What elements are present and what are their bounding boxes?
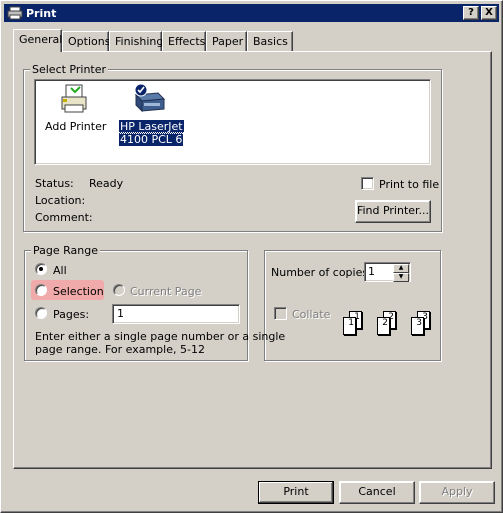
print-to-file-checkbox[interactable] xyxy=(361,177,374,190)
copies-up-button[interactable]: ▲ xyxy=(393,264,409,273)
copies-down-button[interactable]: ▼ xyxy=(393,273,409,282)
select-printer-legend: Select Printer xyxy=(30,63,109,76)
all-radio[interactable] xyxy=(35,263,47,275)
printer-list[interactable]: Add Printer HP LaserJet 4100 PCL 6 xyxy=(34,79,431,165)
printer-icon xyxy=(7,6,23,20)
print-to-file-label[interactable]: Print to file xyxy=(379,178,439,191)
current-page-radio[interactable] xyxy=(113,284,125,296)
find-printer-button[interactable]: Find Printer... xyxy=(355,200,431,223)
tab-paper[interactable]: Paper xyxy=(206,31,247,51)
location-label: Location: xyxy=(35,194,86,207)
page-range-hint-1: Enter either a single page number or a s… xyxy=(35,330,286,343)
tab-general[interactable]: General xyxy=(13,29,62,52)
collate-illustration: 1 1 2 2 3 3 xyxy=(331,311,436,345)
all-label[interactable]: All xyxy=(53,264,67,277)
hp-laserjet-label[interactable]: HP LaserJet 4100 PCL 6 xyxy=(117,119,185,147)
tab-basics[interactable]: Basics xyxy=(247,31,293,51)
close-button[interactable]: X xyxy=(481,6,497,20)
pages-input[interactable]: 1 xyxy=(112,304,240,324)
page-range-hint-2: page range. For example, 5-12 xyxy=(35,343,205,356)
status-label: Status: xyxy=(35,177,74,190)
collate-page: 1 xyxy=(343,317,356,335)
collate-checkbox[interactable] xyxy=(274,307,287,320)
collate-page: 2 xyxy=(377,317,390,335)
pages-radio[interactable] xyxy=(35,307,47,319)
close-icon: X xyxy=(485,7,493,18)
selection-radio[interactable] xyxy=(35,284,47,296)
print-dialog: Print ? X General Options Finishing Effe… xyxy=(0,0,503,513)
cancel-button[interactable]: Cancel xyxy=(339,481,415,504)
page-range-legend: Page Range xyxy=(31,244,100,257)
current-page-label[interactable]: Current Page xyxy=(130,285,201,298)
comment-label: Comment: xyxy=(35,211,93,224)
add-printer-label[interactable]: Add Printer xyxy=(45,120,106,133)
collate-label[interactable]: Collate xyxy=(292,308,330,321)
status-value: Ready xyxy=(89,177,124,190)
printer-icon[interactable] xyxy=(130,83,166,115)
add-printer-icon[interactable] xyxy=(59,83,89,115)
help-button[interactable]: ? xyxy=(463,6,479,20)
selection-label[interactable]: Selection xyxy=(53,285,104,298)
print-button[interactable]: Print xyxy=(258,481,334,504)
pages-label[interactable]: Pages: xyxy=(53,308,89,321)
title-bar[interactable]: Print ? X xyxy=(4,4,499,22)
tab-effects[interactable]: Effects xyxy=(162,31,206,51)
window-title: Print xyxy=(26,6,57,20)
collate-page: 3 xyxy=(411,317,424,335)
copies-label: Number of copies: xyxy=(271,266,372,279)
tab-options[interactable]: Options xyxy=(62,31,110,51)
apply-button[interactable]: Apply xyxy=(419,481,495,504)
tab-finishing[interactable]: Finishing xyxy=(109,31,163,51)
